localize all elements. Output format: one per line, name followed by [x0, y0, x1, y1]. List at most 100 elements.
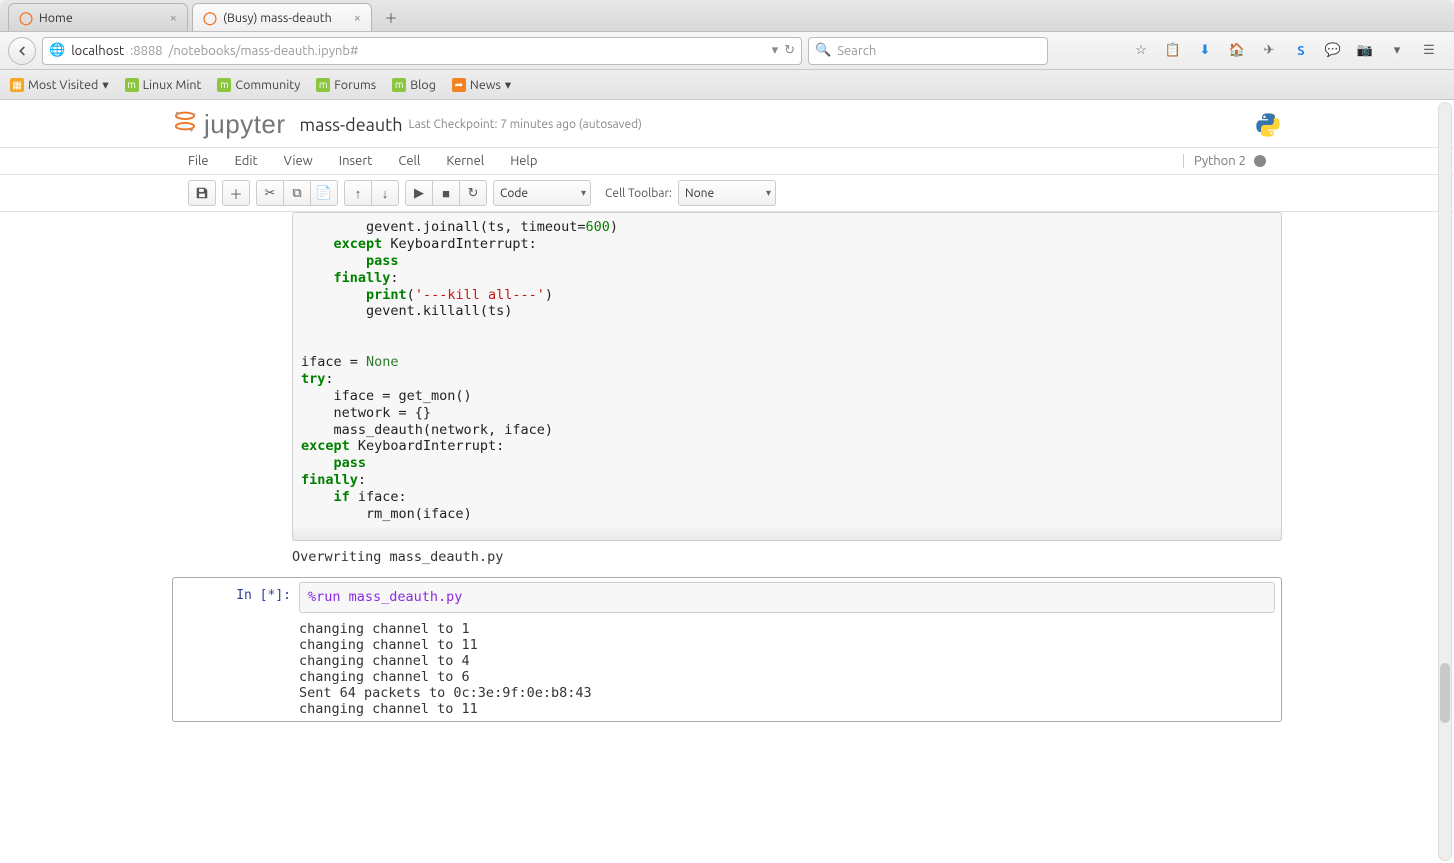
menu-view[interactable]: View — [284, 154, 313, 168]
toolbar-icons: ☆ 📋 ⬇ 🏠 ✈ S 💬 📷 ▾ ☰ — [1132, 43, 1446, 58]
folder-icon: ▦ — [10, 78, 24, 92]
paste-button[interactable]: 📄 — [310, 180, 338, 206]
new-tab-button[interactable]: ＋ — [378, 6, 404, 28]
search-icon: 🔍 — [815, 43, 831, 58]
jupyter-header: jupyter mass-deauth Last Checkpoint: 7 m… — [0, 100, 1454, 148]
tab-label: Home — [39, 11, 73, 25]
reload-icon[interactable]: ↻ — [784, 43, 795, 58]
code-cell[interactable]: gevent.joinall(ts, timeout=600) except K… — [172, 212, 1282, 565]
cell-toolbar-select[interactable]: None — [678, 180, 776, 206]
notebook-area[interactable]: gevent.joinall(ts, timeout=600) except K… — [0, 212, 1454, 853]
play-icon: ▶ — [414, 186, 424, 201]
menu-insert[interactable]: Insert — [339, 154, 373, 168]
downloads-icon[interactable]: ⬇ — [1196, 43, 1214, 58]
input-prompt — [172, 212, 292, 565]
run-button[interactable]: ▶ — [405, 180, 433, 206]
bookmark-linux-mint[interactable]: mLinux Mint — [125, 78, 202, 92]
screenshot-icon[interactable]: 📷 — [1356, 43, 1374, 58]
jupyter-toolbar: ＋ ✂ ⧉ 📄 ↑ ↓ ▶ ■ ↻ Code Cell Toolbar: Non… — [0, 175, 1454, 212]
interrupt-button[interactable]: ■ — [432, 180, 460, 206]
chevron-down-icon: ▾ — [505, 77, 511, 92]
dropdown-icon[interactable]: ▾ — [772, 43, 779, 58]
send-icon[interactable]: ✈ — [1260, 43, 1278, 58]
scrollbar-thumb[interactable] — [1440, 663, 1450, 723]
kernel-busy-icon — [1254, 155, 1266, 167]
menu-kernel[interactable]: Kernel — [446, 154, 484, 168]
code-cell-selected[interactable]: In [*]: %run mass_deauth.py changing cha… — [172, 577, 1282, 722]
kernel-name: Python 2 — [1194, 154, 1246, 168]
save-button[interactable] — [188, 180, 216, 206]
bookmark-most-visited[interactable]: ▦Most Visited ▾ — [10, 77, 109, 92]
vertical-scrollbar[interactable] — [1438, 102, 1452, 861]
plus-icon: ＋ — [229, 184, 242, 203]
home-icon[interactable]: 🏠 — [1228, 43, 1246, 58]
bookmark-community[interactable]: mCommunity — [217, 78, 300, 92]
bookmark-news[interactable]: ➦News ▾ — [452, 77, 511, 92]
kernel-indicator[interactable]: Python 2 — [1183, 154, 1266, 168]
mint-icon: m — [392, 78, 406, 92]
input-prompt: In [*]: — [179, 582, 299, 717]
jupyter-wordmark: jupyter — [204, 109, 286, 140]
arrow-down-icon: ↓ — [382, 186, 389, 201]
bookmark-star-icon[interactable]: ☆ — [1132, 43, 1150, 58]
menu-edit[interactable]: Edit — [235, 154, 258, 168]
arrow-up-icon: ↑ — [355, 186, 362, 201]
url-port: :8888 — [130, 44, 163, 58]
hamburger-icon[interactable]: ☰ — [1420, 43, 1438, 58]
code-input-area[interactable]: gevent.joinall(ts, timeout=600) except K… — [292, 212, 1282, 530]
cut-button[interactable]: ✂ — [256, 180, 284, 206]
copy-button[interactable]: ⧉ — [283, 180, 311, 206]
restart-button[interactable]: ↻ — [459, 180, 487, 206]
jupyter-icon: ◯ — [203, 11, 217, 25]
url-bar[interactable]: 🌐 localhost:8888/notebooks/mass-deauth.i… — [42, 37, 802, 65]
mint-icon: m — [125, 78, 139, 92]
move-down-button[interactable]: ↓ — [371, 180, 399, 206]
horizontal-scrollbar[interactable] — [292, 527, 1282, 541]
stop-icon: ■ — [442, 186, 450, 201]
browser-navbar: 🌐 localhost:8888/notebooks/mass-deauth.i… — [0, 32, 1454, 70]
tab-notebook[interactable]: ◯ (Busy) mass-deauth × — [192, 3, 372, 31]
globe-icon: 🌐 — [49, 43, 65, 58]
stylish-icon[interactable]: S — [1292, 44, 1310, 58]
add-cell-button[interactable]: ＋ — [222, 180, 250, 206]
mint-icon: m — [316, 78, 330, 92]
back-button[interactable] — [8, 37, 36, 65]
jupyter-icon: ◯ — [19, 11, 33, 25]
code-input-area[interactable]: %run mass_deauth.py — [299, 582, 1275, 613]
move-up-button[interactable]: ↑ — [344, 180, 372, 206]
jupyter-menubar: File Edit View Insert Cell Kernel Help P… — [0, 148, 1454, 175]
dropdown-icon[interactable]: ▾ — [1388, 43, 1406, 58]
cell-output: changing channel to 1 changing channel t… — [299, 613, 1275, 717]
jupyter-icon — [172, 108, 198, 141]
close-icon[interactable]: × — [354, 11, 361, 25]
clipboard-icon[interactable]: 📋 — [1164, 43, 1182, 58]
close-icon[interactable]: × — [170, 11, 177, 25]
browser-tabstrip: ◯ Home × ◯ (Busy) mass-deauth × ＋ — [0, 0, 1454, 32]
menu-cell[interactable]: Cell — [398, 154, 420, 168]
cell-type-select[interactable]: Code — [493, 180, 591, 206]
chevron-down-icon: ▾ — [102, 77, 108, 92]
bookmark-blog[interactable]: mBlog — [392, 78, 436, 92]
search-box[interactable]: 🔍 Search — [808, 37, 1048, 65]
save-icon — [195, 186, 209, 200]
chat-icon[interactable]: 💬 — [1324, 43, 1342, 58]
paste-icon: 📄 — [316, 186, 332, 201]
rss-icon: ➦ — [452, 78, 466, 92]
menu-file[interactable]: File — [188, 154, 209, 168]
scissors-icon: ✂ — [265, 186, 276, 201]
url-host: localhost — [71, 44, 124, 58]
refresh-icon: ↻ — [468, 186, 479, 201]
search-placeholder: Search — [837, 44, 876, 58]
notebook-name[interactable]: mass-deauth — [300, 115, 403, 135]
mint-icon: m — [217, 78, 231, 92]
tab-home[interactable]: ◯ Home × — [8, 3, 188, 31]
copy-icon: ⧉ — [292, 186, 301, 201]
menu-help[interactable]: Help — [510, 154, 537, 168]
bookmarks-bar: ▦Most Visited ▾ mLinux Mint mCommunity m… — [0, 70, 1454, 100]
arrow-left-icon — [15, 44, 29, 58]
jupyter-logo[interactable]: jupyter — [172, 108, 286, 141]
checkpoint-status: Last Checkpoint: 7 minutes ago (autosave… — [409, 118, 642, 131]
bookmark-forums[interactable]: mForums — [316, 78, 376, 92]
cell-output: Overwriting mass_deauth.py — [292, 541, 1282, 565]
tab-label: (Busy) mass-deauth — [223, 11, 332, 25]
